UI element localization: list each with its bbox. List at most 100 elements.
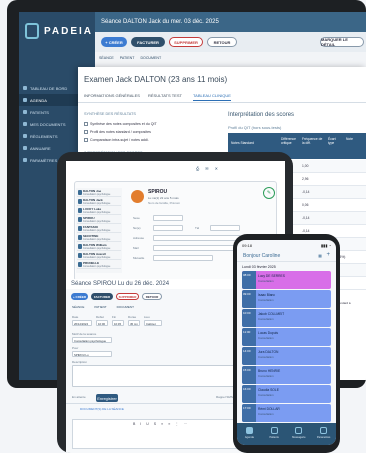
phone-nav-item[interactable]: Messagerie	[287, 423, 312, 445]
list-item[interactable]: SPIROU Consultation psychologue	[77, 215, 121, 224]
option-composite[interactable]: Synthèse des notes composites et du QIT	[84, 122, 157, 127]
phone-nav-item[interactable]: Paramètres	[311, 423, 336, 445]
appt-end-field[interactable]: 10:45	[112, 320, 124, 326]
slot-name: Claudia SOLE	[258, 388, 279, 392]
agenda-slot[interactable]: 09:00 Isaac Blanc Consultation	[242, 290, 331, 308]
address-label: Adresse	[133, 236, 145, 240]
list-item-sub: Consultation psychologue	[83, 238, 111, 241]
slot-sub: Consultation	[258, 279, 274, 283]
close-icon[interactable]: ✕	[215, 166, 218, 171]
tablet-invoice-button[interactable]: Facturer	[91, 293, 113, 300]
tablet-back-button[interactable]: Retour	[142, 293, 162, 300]
gear-icon	[320, 427, 328, 434]
birth-field[interactable]	[153, 225, 183, 231]
appt-date-label: Date	[72, 315, 79, 319]
patient-age: Lu né(1) 22 ans 5 mois	[148, 196, 179, 200]
subtab-session[interactable]: Séance	[99, 56, 114, 64]
calendar-icon[interactable]: ▦	[318, 253, 322, 258]
option-comparison[interactable]: Comparaison intra-sujet / notes addi.	[84, 138, 149, 143]
tab-general-info[interactable]: Informations générales	[84, 93, 140, 98]
back-button[interactable]: Retour	[207, 37, 237, 47]
list-item[interactable]: PRUNELLE Consultation psychologue	[77, 260, 121, 269]
patient-icon	[78, 252, 82, 258]
list-item[interactable]: LUCKY Luke Consultation psychologue	[77, 206, 121, 215]
phone-status-bar: 09:18 ▮▮▮ ◔	[237, 240, 336, 250]
slot-name: Jakob COLLMEIT	[258, 312, 285, 316]
subtab-document[interactable]: Document	[140, 56, 161, 64]
option-profile[interactable]: Profil des notes standard / composites	[84, 130, 151, 135]
appt-for-field[interactable]: SPIROU Lu	[72, 351, 112, 357]
phone-nav-item[interactable]: Patients	[262, 423, 287, 445]
agenda-slot[interactable]: 15:00 Bruno HENRIE Consultation	[242, 366, 331, 384]
tablet-subtab-document[interactable]: Document	[117, 305, 134, 309]
list-item[interactable]: SECOTINE Consultation psychologue	[77, 233, 121, 242]
list-item[interactable]: DALTON Jack Consultation psychologue	[77, 197, 121, 206]
appt-duration-field[interactable]: 45 mn	[128, 320, 140, 326]
tablet-subtab-session[interactable]: Séance	[72, 305, 84, 309]
appt-date-field[interactable]: 26/12/2024	[72, 320, 92, 326]
agenda-slot[interactable]: 16:00 Claudia SOLE Consultation	[242, 385, 331, 403]
mail-icon[interactable]: ✉	[205, 166, 208, 171]
appt-desc-field[interactable]	[72, 365, 252, 387]
list-item-sub: Consultation psychologue	[83, 256, 111, 259]
checkbox-icon[interactable]	[84, 130, 88, 135]
slot-sub: Consultation	[258, 336, 274, 340]
tablet-delete-button[interactable]: Supprimer	[116, 293, 139, 300]
add-icon[interactable]: +	[326, 252, 330, 258]
list-item[interactable]: DALTON William Consultation psychologue	[77, 242, 121, 251]
agenda-date: Lundi 03 février 2025	[242, 265, 276, 269]
list-item-sub: Consultation psychologue	[83, 202, 111, 205]
editor-toolbar[interactable]: B I U S ≡ ≡ ⋮ ⋯	[133, 422, 189, 426]
reminder-label: Rappel SMS	[216, 395, 233, 399]
list-item-sub: Consultation psychologue	[83, 265, 111, 268]
delete-button[interactable]: Supprimer	[169, 37, 203, 47]
interp-right-title: Interprétation des scores	[228, 112, 295, 118]
subtab-patient[interactable]: Patient	[120, 56, 135, 64]
book-icon	[23, 146, 27, 150]
checkbox-icon[interactable]	[84, 122, 88, 127]
agenda-slot[interactable]: 14:00 Jura DALTON Consultation	[242, 347, 331, 365]
tel-field[interactable]	[210, 225, 240, 231]
session-subtabs: Séance Patient Document	[99, 56, 161, 64]
table-cell: 1,00	[302, 164, 309, 168]
mail-label: Mail	[133, 246, 139, 250]
phone-nav-item[interactable]: Agenda	[237, 423, 262, 445]
list-item-sub: Consultation psychologue	[83, 193, 111, 196]
appt-start-field[interactable]: 10:00	[96, 320, 108, 326]
agenda-slot[interactable]: 17:00 Rémi DOLLAR Consultation	[242, 404, 331, 422]
patient-list: DALTON Joe Consultation psychologue DALTON…	[76, 188, 122, 273]
create-button[interactable]: + Créer	[101, 37, 127, 47]
detail-dropdown[interactable]: Marquer le détail	[320, 37, 364, 47]
appt-status[interactable]: En attente	[72, 395, 86, 399]
agenda-slot[interactable]: 10:00 Jakob COLLMEIT Consultation	[242, 309, 331, 327]
edit-icon[interactable]: ✎	[263, 187, 275, 199]
list-item[interactable]: DALTON Averell Consultation psychologue	[77, 251, 121, 260]
tab-test-results[interactable]: Résultats test	[148, 93, 182, 98]
appt-motif-field[interactable]: Consultation psychologue	[72, 337, 112, 343]
appt-motif-label: Motif de la séance	[72, 332, 97, 336]
list-item[interactable]: FANTASIO Consultation psychologue	[77, 224, 121, 233]
th-standard: Notes Standard	[231, 141, 254, 145]
mutuelle-field[interactable]	[153, 255, 213, 261]
sexe-field[interactable]	[153, 215, 183, 221]
mail-field[interactable]	[153, 245, 241, 251]
invoice-button[interactable]: Facturer	[131, 37, 165, 47]
address-field[interactable]	[153, 235, 241, 241]
tab-clinical-table[interactable]: Tableau clinique	[193, 93, 231, 101]
tablet-create-button[interactable]: + Créer	[71, 293, 88, 300]
print-icon[interactable]: ⎙	[196, 166, 199, 171]
agenda-slot[interactable]: 08:00 Lucy DE SERRES Consultation	[242, 271, 331, 289]
list-item-sub: Consultation psychologue	[83, 229, 111, 232]
checkbox-icon[interactable]	[84, 138, 88, 143]
appt-save-button[interactable]: Enregistrer	[96, 394, 118, 402]
tablet-subtab-patient[interactable]: Patient	[94, 305, 106, 309]
appt-place-field[interactable]: Cabinet	[144, 320, 162, 326]
doc-section-title[interactable]: Document(s) de la séance	[80, 407, 124, 411]
list-item-sub: Consultation psychologue	[83, 211, 111, 214]
exam-tabs: Informations générales Résultats test Ta…	[78, 89, 366, 103]
agenda-slot[interactable]: 11:00 Lucas Dupuis Consultation	[242, 328, 331, 346]
app-logo[interactable]: PADEIA	[25, 20, 93, 42]
appt-desc-label: Description	[72, 360, 88, 364]
list-item[interactable]: DALTON Joe Consultation psychologue	[77, 188, 121, 197]
logo-icon	[25, 23, 39, 39]
